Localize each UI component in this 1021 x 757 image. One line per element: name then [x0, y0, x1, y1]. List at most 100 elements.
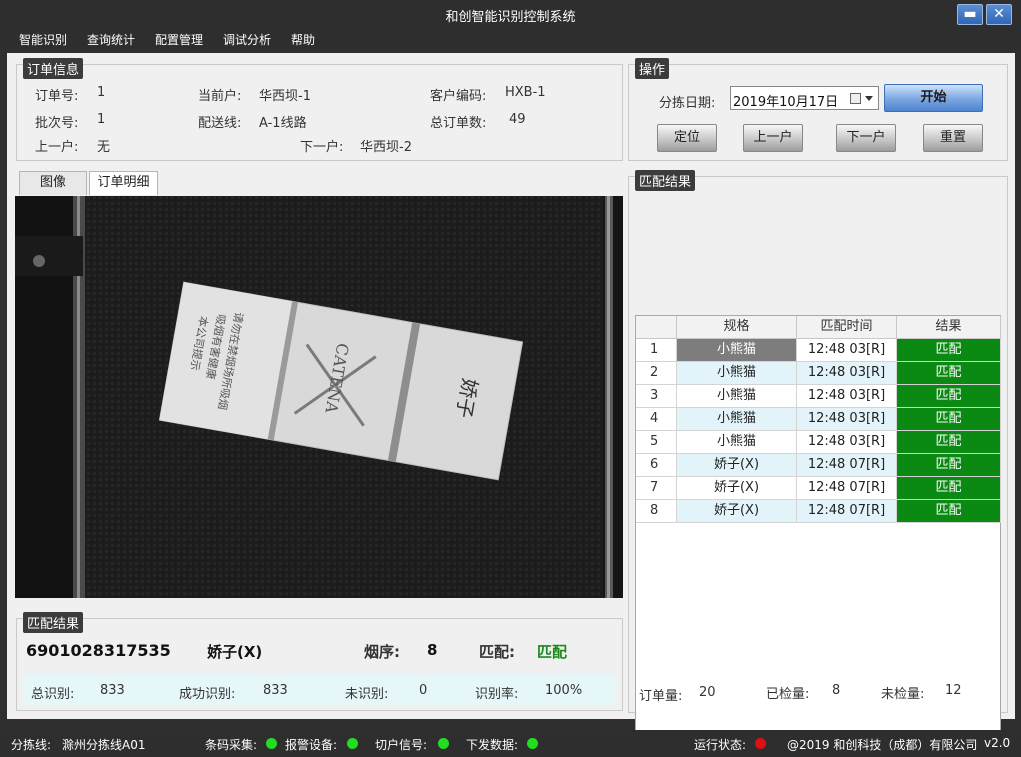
- batch-value: 1: [97, 112, 106, 127]
- prev-customer-label: 上一户:: [35, 140, 79, 155]
- row-spec: 小熊猫: [677, 431, 797, 454]
- locate-button[interactable]: 定位: [657, 124, 717, 152]
- menu-query-stats[interactable]: 查询统计: [87, 31, 135, 48]
- chevron-down-icon[interactable]: [865, 96, 873, 101]
- row-time: 12:48 03[R]: [797, 385, 897, 408]
- batch-label: 批次号:: [35, 116, 79, 131]
- run-state-status-icon: [755, 738, 766, 749]
- row-result: 匹配: [897, 385, 1001, 408]
- next-customer-label: 下一户:: [300, 140, 344, 155]
- row-index: 6: [636, 454, 677, 477]
- header-result[interactable]: 结果: [897, 316, 1001, 339]
- header-spec[interactable]: 规格: [677, 316, 797, 339]
- order-info-title: 订单信息: [23, 58, 84, 79]
- prev-customer-value: 无: [97, 140, 111, 155]
- row-spec: 娇子(X): [677, 454, 797, 477]
- send-data-status-icon: [527, 738, 538, 749]
- next-customer-button[interactable]: 下一户: [836, 124, 896, 152]
- row-spec: 娇子(X): [677, 477, 797, 500]
- unchecked-qty-value: 12: [945, 683, 962, 698]
- barcode-capture-label: 条码采集:: [205, 738, 258, 752]
- menu-smart-recognition[interactable]: 智能识别: [19, 31, 67, 48]
- sort-date-label: 分拣日期:: [659, 96, 716, 111]
- tab-image[interactable]: 图像: [19, 171, 87, 195]
- match-status-value: 匹配: [537, 643, 568, 661]
- menu-bar: 智能识别 查询统计 配置管理 调试分析 帮助: [0, 28, 1021, 50]
- row-spec: 小熊猫: [677, 408, 797, 431]
- row-time: 12:48 07[R]: [797, 500, 897, 523]
- window-title: 和创智能识别控制系统: [445, 10, 576, 25]
- order-no-value: 1: [97, 85, 106, 100]
- current-customer-value: 华西坝-1: [259, 89, 311, 104]
- route-label: 配送线:: [198, 116, 242, 131]
- menu-debug[interactable]: 调试分析: [223, 31, 271, 48]
- order-info-panel: 订单信息 订单号: 1 当前户: 华西坝-1 客户编码: HXB-1 批次号: …: [16, 58, 623, 161]
- minimize-button[interactable]: ▬: [957, 4, 983, 25]
- header-time[interactable]: 匹配时间: [797, 316, 897, 339]
- row-time: 12:48 07[R]: [797, 477, 897, 500]
- recognition-rate-value: 100%: [545, 683, 583, 698]
- match-result-panel: 匹配结果 6901028317535 娇子(X) 烟序: 8 匹配: 匹配 总识…: [16, 612, 623, 711]
- checked-qty-value: 8: [832, 683, 841, 698]
- order-no-label: 订单号:: [35, 89, 79, 104]
- row-spec: 娇子(X): [677, 500, 797, 523]
- success-recognized-label: 成功识别:: [179, 687, 236, 702]
- sequence-label: 烟序:: [364, 643, 400, 661]
- send-data-label: 下发数据:: [466, 738, 519, 752]
- success-recognized-value: 833: [263, 683, 288, 698]
- row-spec: 小熊猫: [677, 339, 797, 362]
- status-bar: 分拣线: 滁州分拣线A01 条码采集: 报警设备: 切户信号: 下发数据: 运行…: [0, 730, 1021, 757]
- reset-button[interactable]: 重置: [923, 124, 983, 152]
- barcode-value: 6901028317535: [26, 641, 171, 660]
- row-spec: 小熊猫: [677, 385, 797, 408]
- row-result: 匹配: [897, 477, 1001, 500]
- next-customer-value: 华西坝-2: [360, 140, 412, 155]
- total-orders-value: 49: [509, 112, 526, 127]
- match-label: 匹配:: [479, 643, 515, 661]
- start-button[interactable]: 开始: [884, 84, 983, 112]
- match-table-title: 匹配结果: [635, 170, 696, 191]
- header-index: [636, 316, 677, 339]
- order-qty-label: 订单量:: [639, 689, 683, 704]
- total-recognized-label: 总识别:: [31, 687, 75, 702]
- alarm-device-status-icon: [347, 738, 358, 749]
- calendar-icon[interactable]: [850, 93, 861, 104]
- row-time: 12:48 03[R]: [797, 339, 897, 362]
- row-index: 3: [636, 385, 677, 408]
- sort-date-picker[interactable]: 2019年10月17日: [730, 86, 879, 110]
- total-orders-label: 总订单数:: [430, 116, 487, 131]
- alarm-device-label: 报警设备:: [285, 738, 338, 752]
- row-time: 12:48 03[R]: [797, 408, 897, 431]
- menu-config[interactable]: 配置管理: [155, 31, 203, 48]
- sort-line-value: 滁州分拣线A01: [62, 738, 146, 752]
- route-value: A-1线路: [259, 116, 307, 131]
- conveyor-photo: CATENA 本公司提示 吸烟有害健康 请勿在禁烟场所吸烟 娇子: [15, 196, 623, 598]
- prev-customer-button[interactable]: 上一户: [743, 124, 803, 152]
- sort-line-label: 分拣线:: [11, 738, 52, 752]
- match-result-title: 匹配结果: [23, 612, 84, 633]
- unchecked-qty-label: 未检量:: [881, 687, 925, 702]
- row-result: 匹配: [897, 408, 1001, 431]
- row-result: 匹配: [897, 500, 1001, 523]
- recognition-rate-label: 识别率:: [475, 687, 519, 702]
- row-result: 匹配: [897, 454, 1001, 477]
- unrecognized-value: 0: [419, 683, 428, 698]
- close-button[interactable]: ✕: [986, 4, 1012, 25]
- run-state-label: 运行状态:: [694, 738, 747, 752]
- row-index: 1: [636, 339, 677, 362]
- version-text: v2.0: [984, 736, 1011, 750]
- product-name-value: 娇子(X): [207, 643, 263, 661]
- sequence-value: 8: [427, 641, 438, 659]
- operation-panel: 操作 分拣日期: 2019年10月17日 开始 定位 上一户 下一户 重置: [628, 58, 1008, 161]
- customer-code-label: 客户编码:: [430, 89, 487, 104]
- row-time: 12:48 07[R]: [797, 454, 897, 477]
- menu-help[interactable]: 帮助: [291, 31, 315, 48]
- barcode-capture-status-icon: [266, 738, 277, 749]
- row-index: 7: [636, 477, 677, 500]
- row-spec: 小熊猫: [677, 362, 797, 385]
- tab-order-detail[interactable]: 订单明细: [89, 171, 158, 195]
- unrecognized-label: 未识别:: [345, 687, 389, 702]
- row-time: 12:48 03[R]: [797, 431, 897, 454]
- row-index: 4: [636, 408, 677, 431]
- row-index: 8: [636, 500, 677, 523]
